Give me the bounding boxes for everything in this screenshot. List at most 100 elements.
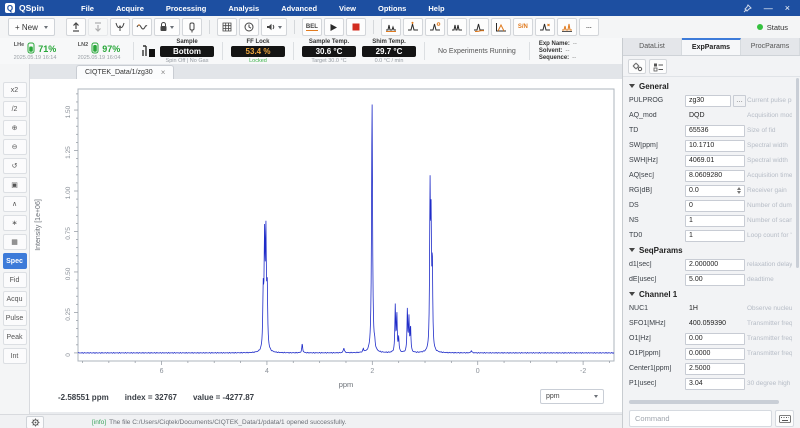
acqu-button[interactable]: Acqu [3,291,27,307]
sample-eject-button[interactable] [88,18,108,36]
tab-procparams[interactable]: ProcParams [741,38,800,55]
param-config-button[interactable] [628,59,646,74]
half-button[interactable]: /2 [3,101,27,117]
param-list: GeneralPULPROG…Current pulse programAQ_m… [623,77,800,397]
fit-button[interactable]: ▣ [3,177,27,193]
param-input[interactable] [685,215,745,227]
menu-item-options[interactable]: Options [367,4,417,13]
menu-item-view[interactable]: View [328,4,367,13]
unit-select[interactable]: ppm [540,389,604,404]
shim-temp-value: 29.7 °C [362,46,416,57]
shim-button[interactable] [132,18,152,36]
menu-item-advanced[interactable]: Advanced [270,4,328,13]
section-title: Channel 1 [639,290,677,299]
integrate-button[interactable] [469,18,489,36]
spectrum-tab[interactable]: CIQTEK_Data/1/zg30 × [76,65,174,79]
pin-icon[interactable] [743,4,752,13]
grid-view-button[interactable]: ▦ [3,234,27,250]
peak-pick-button[interactable] [403,18,423,36]
zoom-reset-button[interactable]: ↺ [3,158,27,174]
param-input[interactable] [685,170,745,182]
cursor-index: index = 32767 [125,393,177,402]
overlay-spectra-button[interactable] [557,18,577,36]
param-input[interactable] [685,333,745,345]
apk-button[interactable] [535,18,555,36]
peak-button[interactable]: Peak [3,329,27,345]
phase-correct-button[interactable] [425,18,445,36]
tab-datalist[interactable]: DataList [623,38,682,55]
calibrate-button[interactable] [491,18,511,36]
param-row-pulprog: PULPROG…Current pulse program [629,93,792,108]
spec-button[interactable]: Spec [3,253,27,269]
chevron-down-icon [629,292,635,296]
menu-item-file[interactable]: File [70,4,105,13]
stop-acquisition-button[interactable] [346,18,366,36]
x2-button[interactable]: x2 [3,82,27,98]
tab-expparams[interactable]: ExpParams [682,38,741,55]
spectrum-plot[interactable]: 6420-200.250.500.751.001.251.50ppmIntens… [30,79,622,391]
menu-item-help[interactable]: Help [417,4,455,13]
fid-button[interactable]: Fid [3,272,27,288]
param-scrollbar[interactable] [796,78,799,268]
lock-button[interactable] [154,18,180,36]
param-section-header[interactable]: SeqParams [629,243,792,257]
multiplet-button[interactable] [447,18,467,36]
param-input[interactable] [685,274,745,286]
menu-item-acquire[interactable]: Acquire [105,4,155,13]
new-experiment-button[interactable]: + New [8,18,55,36]
probe-button[interactable] [182,18,202,36]
tab-close-icon[interactable]: × [161,68,166,77]
cursor-readout: -2.58551 ppm index = 32767 value = -4277… [58,393,254,402]
param-input[interactable] [685,259,745,271]
param-input[interactable] [685,378,745,390]
command-input[interactable] [629,410,772,427]
param-section-header[interactable]: Channel 1 [629,287,792,301]
spinner-control[interactable] [737,187,741,194]
param-input[interactable] [685,95,731,107]
experiment-info: Exp Name:-- Solvent:-- Sequence:-- [539,41,577,61]
menu-item-analysis[interactable]: Analysis [217,4,270,13]
signal-noise-button[interactable]: S/N [513,18,533,36]
param-input[interactable] [685,125,745,137]
bel-button[interactable]: BEL [302,18,322,36]
sound-button[interactable] [261,18,287,36]
zoom-out-button[interactable]: ⊖ [3,139,27,155]
timer-button[interactable] [239,18,259,36]
param-input[interactable] [685,200,745,212]
param-input[interactable] [685,363,745,375]
baseline-view-button[interactable]: ∧ [3,196,27,212]
param-input[interactable] [685,185,745,197]
shim-icon [136,22,148,32]
sample-insert-button[interactable] [66,18,86,36]
zoom-in-button[interactable]: ⊕ [3,120,27,136]
menu-item-processing[interactable]: Processing [155,4,217,13]
param-name: RG[dB] [629,187,685,194]
status-indicator[interactable]: Status [757,23,800,32]
minimize-button[interactable]: — [764,0,773,16]
tune-match-button[interactable] [110,18,130,36]
param-row-center1-ppm-: Center1[ppm] [629,361,792,376]
param-section-header[interactable]: General [629,79,792,93]
keyboard-button[interactable] [775,410,794,427]
param-input[interactable] [685,230,745,242]
peaks-view-button[interactable]: ∗ [3,215,27,231]
queue-grid-icon [222,22,232,32]
int-button[interactable]: Int [3,348,27,364]
param-view-button[interactable] [649,59,667,74]
param-row-sw-ppm-: SW[ppm]Spectral width [629,138,792,153]
queue-button[interactable] [217,18,237,36]
param-input[interactable] [685,155,745,167]
status-bar: [info] The file C:/Users/Ciqtek/Document… [0,414,622,428]
log-settings-button[interactable] [26,416,44,428]
baseline-correct-button[interactable] [381,18,401,36]
close-button[interactable]: × [785,0,790,16]
form-list-icon [653,62,664,72]
start-acquisition-button[interactable] [324,18,344,36]
param-input[interactable] [685,140,745,152]
svg-text:Intensity [1e+06]: Intensity [1e+06] [35,199,42,251]
pulse-button[interactable]: Pulse [3,310,27,326]
param-input[interactable] [685,348,745,360]
param-name: AQ[sec] [629,172,685,179]
more-tools-button[interactable]: … [579,18,599,36]
browse-button[interactable]: … [733,95,746,107]
